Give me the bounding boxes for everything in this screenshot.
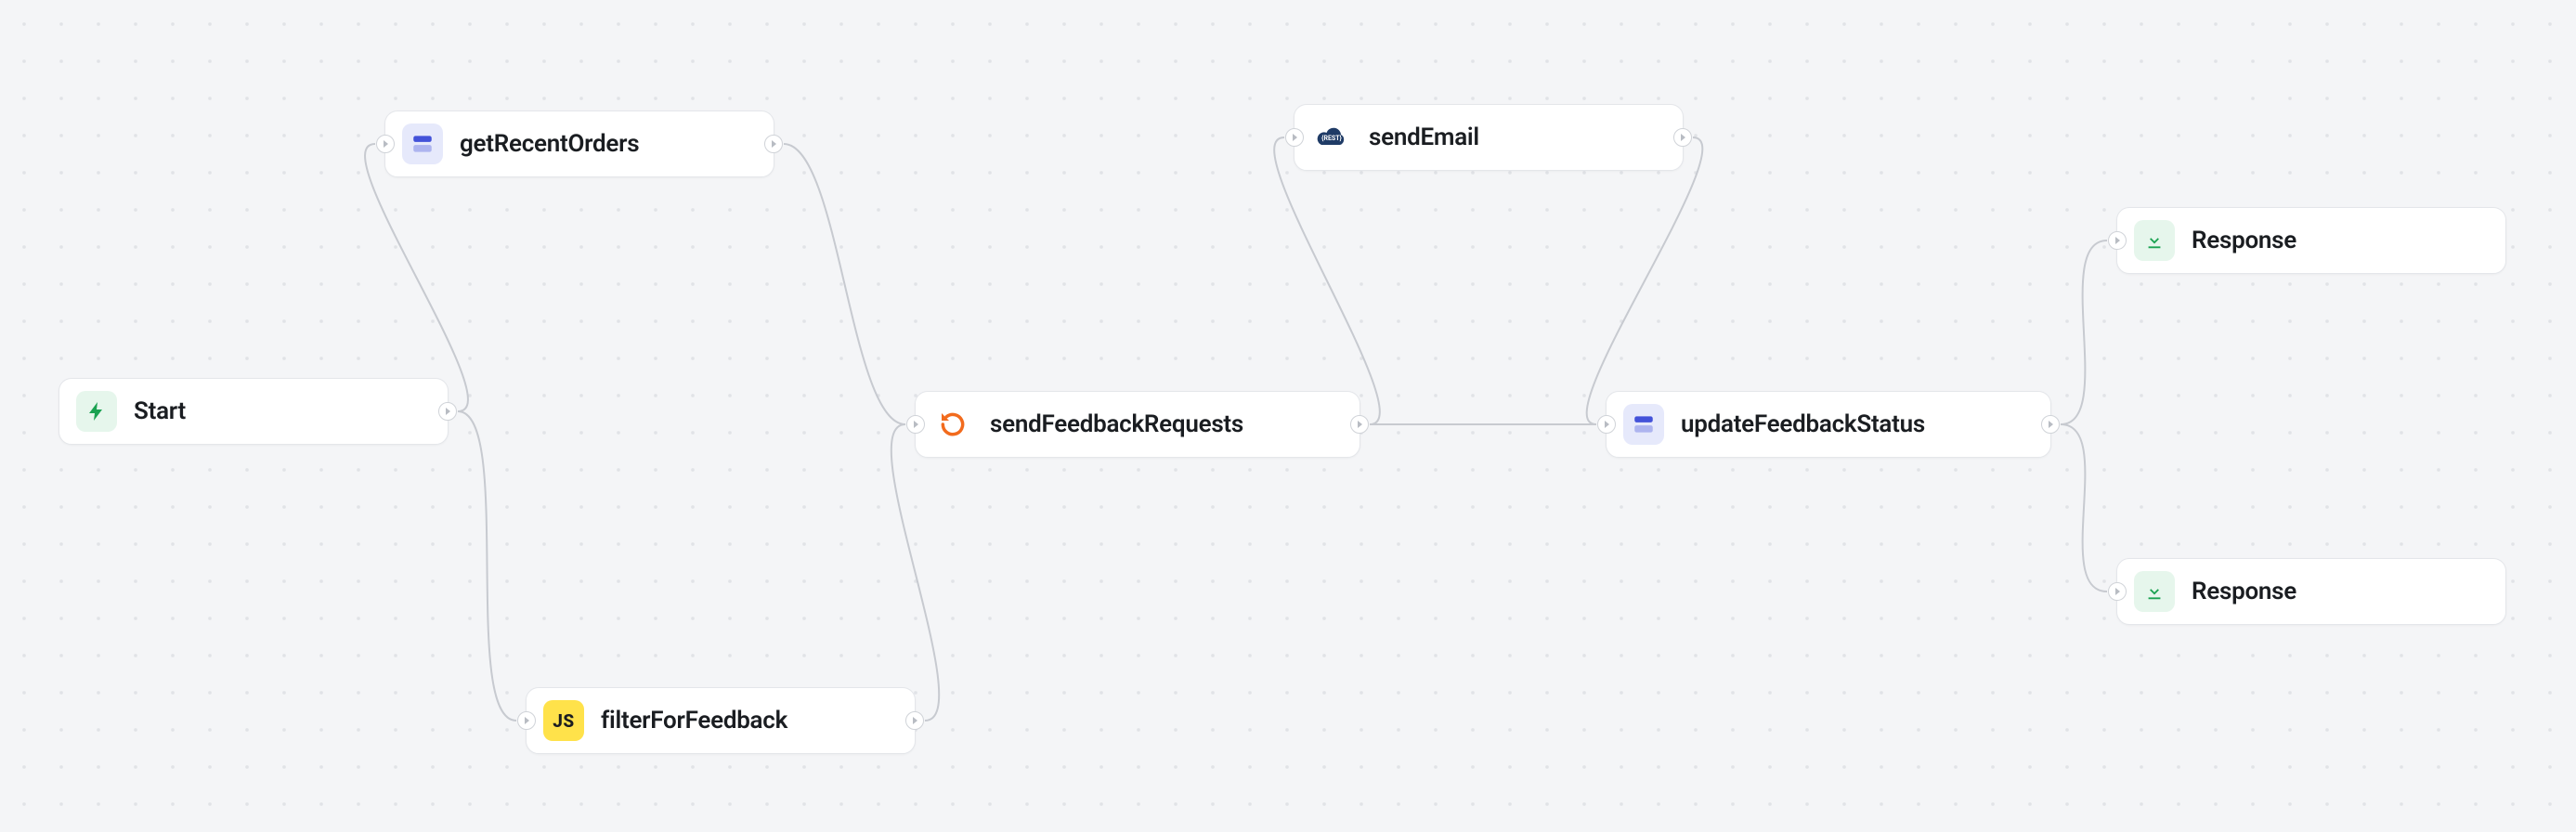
port-left[interactable]: [906, 415, 925, 434]
svg-text:{REST}: {REST}: [1321, 134, 1342, 142]
port-left[interactable]: [1597, 415, 1616, 434]
port-right[interactable]: [1673, 128, 1692, 147]
node-response2[interactable]: Response: [2116, 558, 2506, 625]
port-left[interactable]: [517, 711, 536, 730]
port-right[interactable]: [1350, 415, 1369, 434]
js-icon: JS: [543, 700, 584, 741]
rest-icon: {REST}: [1311, 117, 1352, 158]
node-response1[interactable]: Response: [2116, 207, 2506, 274]
port-right[interactable]: [2041, 415, 2060, 434]
edge-start-filterForFeedback: [458, 411, 516, 721]
node-filterForFeedback[interactable]: JS filterForFeedback: [526, 687, 916, 754]
download-icon: [2134, 220, 2175, 261]
edge-updateFeedbackStatus-response2: [2061, 424, 2107, 592]
node-label: sendFeedbackRequests: [990, 410, 1243, 438]
node-label: sendEmail: [1369, 124, 1479, 151]
port-right[interactable]: [438, 402, 457, 421]
node-updateFeedbackStatus[interactable]: updateFeedbackStatus: [1606, 391, 2051, 458]
port-right[interactable]: [905, 711, 924, 730]
port-left[interactable]: [1285, 128, 1304, 147]
node-label: Start: [134, 397, 186, 425]
edge-getRecentOrders-sendFeedbackRequests: [784, 144, 905, 424]
port-left[interactable]: [376, 135, 395, 153]
edge-sendFeedbackRequests-sendEmail: [1274, 137, 1380, 424]
node-start[interactable]: Start: [59, 378, 449, 445]
edge-updateFeedbackStatus-response1: [2061, 240, 2107, 424]
edge-start-getRecentOrders: [365, 144, 468, 411]
port-right[interactable]: [764, 135, 783, 153]
node-sendEmail[interactable]: {REST} sendEmail: [1294, 104, 1684, 171]
node-label: Response: [2192, 227, 2296, 254]
edge-filterForFeedback-sendFeedbackRequests: [891, 424, 939, 721]
edge-sendEmail-updateFeedbackStatus: [1587, 137, 1703, 424]
node-getRecentOrders[interactable]: getRecentOrders: [384, 110, 774, 177]
node-label: getRecentOrders: [460, 130, 639, 158]
node-label: filterForFeedback: [601, 707, 787, 734]
table-icon: [402, 124, 443, 164]
loop-icon: [932, 404, 973, 445]
node-label: Response: [2192, 578, 2296, 605]
node-label: updateFeedbackStatus: [1681, 410, 1925, 438]
bolt-icon: [76, 391, 117, 432]
node-sendFeedbackRequests[interactable]: sendFeedbackRequests: [915, 391, 1360, 458]
table-icon: [1623, 404, 1664, 445]
workflow-canvas[interactable]: Start getRecentOrders JS filterForFeedback s…: [0, 0, 2576, 832]
port-left[interactable]: [2108, 231, 2127, 250]
port-left[interactable]: [2108, 582, 2127, 601]
download-icon: [2134, 571, 2175, 612]
